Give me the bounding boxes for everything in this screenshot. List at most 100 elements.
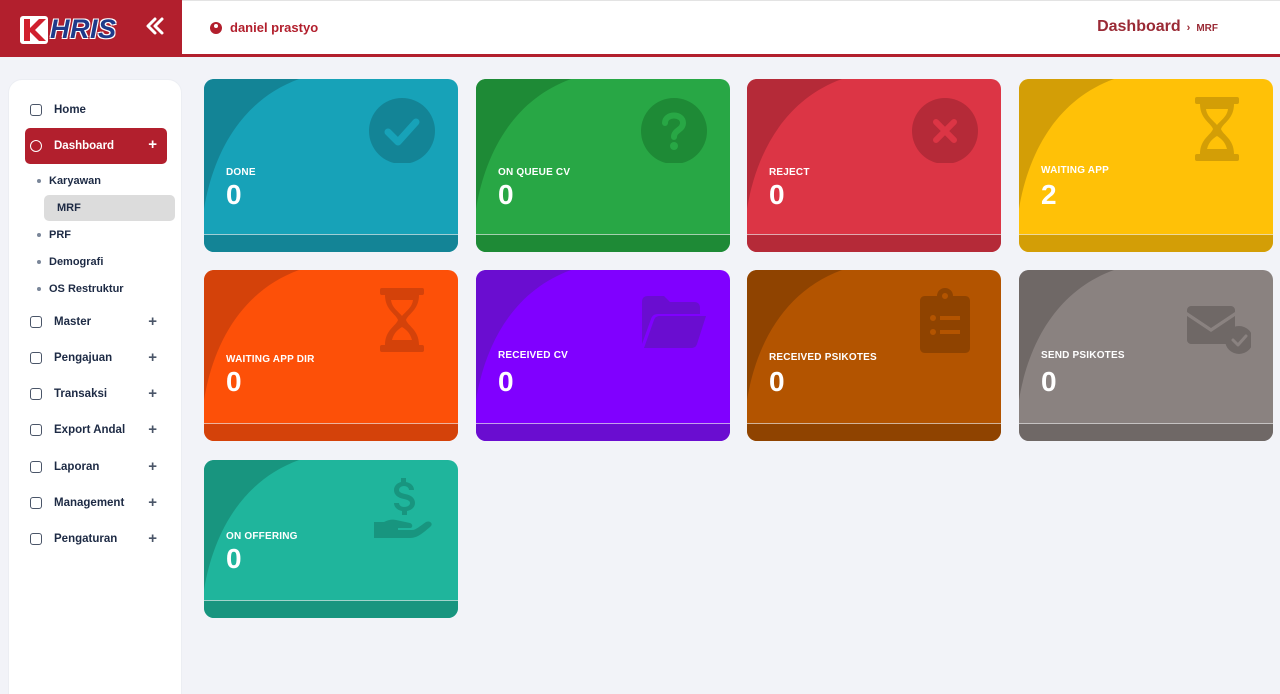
card-footer [747, 234, 1001, 252]
sidebar-subitem-label: MRF [57, 202, 81, 214]
card-footer [1019, 234, 1273, 252]
card-label: ON QUEUE CV [498, 167, 571, 178]
sidebar-subitem-mrf[interactable]: MRF [44, 195, 175, 221]
stat-card-waiting-app[interactable]: WAITING APP 2 [1019, 79, 1273, 252]
sidebar-subitem-label: OS Restruktur [49, 283, 124, 295]
sidebar-item-dashboard[interactable]: Dashboard + [25, 128, 167, 164]
card-label: RECEIVED CV [498, 350, 568, 361]
card-label: WAITING APP [1041, 165, 1109, 176]
settings-icon [30, 533, 42, 545]
logo-text: HRIS [50, 14, 117, 44]
stat-card-waiting-app-dir[interactable]: WAITING APP DIR 0 [204, 270, 458, 441]
home-icon [30, 104, 42, 116]
card-label: REJECT [769, 167, 810, 178]
stat-card-on-queue-cv[interactable]: ON QUEUE CV 0 [476, 79, 730, 252]
card-value: 0 [226, 179, 242, 210]
sidebar-subitem-demografi[interactable]: Demografi [35, 249, 167, 275]
sidebar-subitem-karyawan[interactable]: Karyawan [35, 168, 167, 194]
export-icon [30, 424, 42, 436]
logo-area: HRIS [0, 0, 182, 57]
expand-icon: + [148, 458, 157, 475]
sidebar-item-home[interactable]: Home [25, 95, 167, 125]
bullet-icon [37, 179, 41, 183]
stat-card-on-offering[interactable]: ON OFFERING 0 [204, 460, 458, 618]
expand-icon: + [148, 385, 157, 402]
hourglass-icon [1195, 97, 1239, 161]
logo-k-icon [20, 15, 48, 44]
sidebar-item-label: Home [54, 104, 86, 116]
card-value: 0 [226, 366, 242, 397]
card-value: 2 [1041, 179, 1057, 210]
card-footer [747, 423, 1001, 441]
expand-icon: + [148, 530, 157, 547]
double-chevron-left-icon [146, 17, 164, 35]
stat-card-reject[interactable]: REJECT 0 [747, 79, 1001, 252]
sidebar-item-export-andal[interactable]: Export Andal + [25, 415, 167, 445]
breadcrumb-separator: › [1186, 22, 1191, 34]
sidebar-item-label: Pengajuan [54, 352, 113, 364]
expand-icon: + [148, 494, 157, 511]
key-icon [30, 316, 42, 328]
sidebar-subitem-prf[interactable]: PRF [35, 222, 167, 248]
sidebar-item-pengajuan[interactable]: Pengajuan + [25, 343, 167, 373]
sidebar-subitem-label: Demografi [49, 256, 104, 268]
card-label: WAITING APP DIR [226, 354, 315, 365]
card-label: DONE [226, 167, 256, 178]
sidebar-item-label: Pengaturan [54, 533, 118, 545]
card-footer [204, 234, 458, 252]
exchange-icon [30, 388, 42, 400]
hand-dollar-icon [374, 478, 432, 538]
envelope-check-icon [1187, 306, 1251, 354]
sidebar-item-master[interactable]: Master + [25, 307, 167, 337]
card-footer [204, 600, 458, 618]
question-circle-icon [641, 98, 707, 163]
sidebar-item-label: Export Andal [54, 424, 126, 436]
user-name: daniel prastyo [230, 20, 319, 35]
card-value: 0 [498, 179, 514, 210]
expand-icon: + [148, 421, 157, 438]
sidebar-item-label: Laporan [54, 461, 100, 473]
expand-icon: + [148, 136, 157, 153]
stat-card-received-psikotes[interactable]: RECEIVED PSIKOTES 0 [747, 270, 1001, 441]
bullet-icon [37, 287, 41, 291]
card-value: 0 [498, 366, 514, 397]
sidebar-item-laporan[interactable]: Laporan + [25, 452, 167, 482]
sidebar-item-transaksi[interactable]: Transaksi + [25, 379, 167, 409]
stat-card-done[interactable]: DONE 0 [204, 79, 458, 252]
card-value: 0 [226, 543, 242, 574]
sidebar-subitem-os-restruktur[interactable]: OS Restruktur [35, 276, 167, 302]
sidebar-item-pengaturan[interactable]: Pengaturan + [25, 524, 167, 554]
sidebar: Home Dashboard + Karyawan MRF PRF Demogr… [8, 79, 182, 694]
hourglass-icon [380, 288, 424, 352]
breadcrumb: Dashboard › MRF [1097, 18, 1218, 36]
sidebar-subitem-label: PRF [49, 229, 71, 241]
card-value: 0 [1041, 366, 1057, 397]
sidebar-collapse-button[interactable] [142, 15, 168, 41]
sidebar-item-management[interactable]: Management + [25, 488, 167, 518]
sidebar-item-label: Dashboard [54, 140, 115, 152]
report-icon [30, 461, 42, 473]
calendar-icon [30, 497, 42, 509]
folder-open-icon [642, 296, 706, 348]
expand-icon: + [148, 313, 157, 330]
sidebar-item-label: Master [54, 316, 92, 328]
card-footer [476, 423, 730, 441]
bullet-icon [37, 260, 41, 264]
card-label: RECEIVED PSIKOTES [769, 352, 877, 363]
dashboard-icon [30, 140, 42, 152]
clipboard-list-icon [920, 288, 970, 353]
stat-card-received-cv[interactable]: RECEIVED CV 0 [476, 270, 730, 441]
file-plus-icon [30, 352, 42, 364]
expand-icon: + [148, 349, 157, 366]
breadcrumb-dashboard[interactable]: Dashboard [1097, 18, 1181, 36]
top-header: daniel prastyo Dashboard › MRF [182, 0, 1280, 57]
times-circle-icon [912, 98, 978, 163]
stat-card-send-psikotes[interactable]: SEND PSIKOTES 0 [1019, 270, 1273, 441]
card-footer [204, 423, 458, 441]
card-value: 0 [769, 179, 785, 210]
user-menu[interactable]: daniel prastyo [210, 20, 318, 35]
card-label: SEND PSIKOTES [1041, 350, 1125, 361]
app-logo[interactable]: HRIS [20, 14, 117, 45]
card-label: ON OFFERING [226, 531, 298, 542]
user-circle-icon [210, 21, 222, 34]
